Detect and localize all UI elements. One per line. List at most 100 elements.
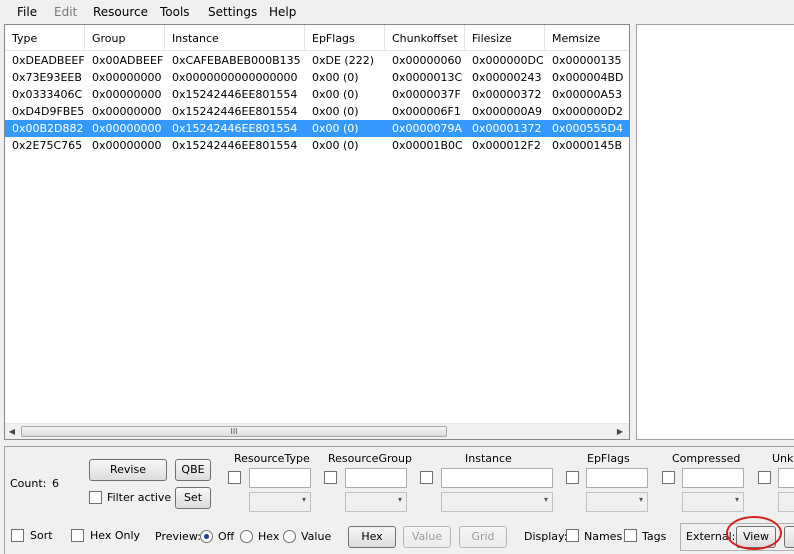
cell-memsize: 0x0000145B xyxy=(552,139,623,152)
cell-instance: 0xCAFEBABEB000B135 xyxy=(172,54,301,67)
cell-instance: 0x15242446EE801554 xyxy=(172,88,298,101)
table-row[interactable]: 0x73E93EEB 0x00000000 0x0000000000000000 0x… xyxy=(5,69,629,86)
instance-filter-input[interactable] xyxy=(441,468,553,488)
preview-off-radio[interactable] xyxy=(200,530,213,543)
hex-button[interactable]: Hex xyxy=(348,526,396,548)
value-button[interactable]: Value xyxy=(403,526,451,548)
filter-active-label: Filter active xyxy=(107,491,172,504)
menu-bar: File Edit Resource Tools Settings Help xyxy=(0,0,794,24)
names-checkbox[interactable] xyxy=(566,529,579,542)
instance-mode-dropdown[interactable]: ▾ xyxy=(441,492,553,512)
preview-hex-radio[interactable] xyxy=(240,530,253,543)
cell-type: 0xDEADBEEF xyxy=(12,54,85,67)
set-button[interactable]: Set xyxy=(175,487,211,509)
scroll-right-icon[interactable]: ▶ xyxy=(616,427,624,437)
hex-only-checkbox[interactable] xyxy=(71,529,84,542)
resource-list[interactable]: Type Group Instance EpFlags Chunkoffset … xyxy=(4,24,630,440)
highlight-annotation xyxy=(726,516,782,550)
names-label: Names xyxy=(584,530,623,543)
resource-group-filter-input[interactable] xyxy=(345,468,407,488)
scroll-left-icon[interactable]: ◀ xyxy=(8,427,16,437)
column-header-chunkoffset[interactable]: Chunkoffset xyxy=(385,25,465,51)
epflags-filter-checkbox[interactable] xyxy=(566,471,579,484)
column-header-type[interactable]: Type xyxy=(5,25,85,51)
tags-checkbox[interactable] xyxy=(624,529,637,542)
cell-chunkoffset: 0x000006F1 xyxy=(392,105,461,118)
menu-settings[interactable]: Settings xyxy=(208,5,257,19)
resource-type-mode-dropdown[interactable]: ▾ xyxy=(249,492,311,512)
column-header-group[interactable]: Group xyxy=(85,25,165,51)
menu-file[interactable]: File xyxy=(17,5,37,19)
instance-filter-checkbox[interactable] xyxy=(420,471,433,484)
grid-button[interactable]: Grid xyxy=(459,526,507,548)
cell-memsize: 0x000004BD xyxy=(552,71,624,84)
filter-active-checkbox[interactable] xyxy=(89,491,102,504)
scroll-grip-icon: III xyxy=(230,427,238,436)
qbe-button[interactable]: QBE xyxy=(175,459,211,481)
cell-instance: 0x15242446EE801554 xyxy=(172,105,298,118)
cell-group: 0x00000000 xyxy=(92,139,162,152)
cell-type: 0x73E93EEB xyxy=(12,71,82,84)
cell-group: 0x00000000 xyxy=(92,105,162,118)
hex-only-label: Hex Only xyxy=(90,529,141,542)
resource-type-filter-input[interactable] xyxy=(249,468,311,488)
table-row[interactable]: 0x2E75C765 0x00000000 0x15242446EE801554 0x… xyxy=(5,137,629,154)
table-row[interactable]: 0xDEADBEEF 0x00ADBEEF 0xCAFEBABEB000B135 0x… xyxy=(5,52,629,69)
filter-header-compressed: Compressed xyxy=(672,452,741,465)
horizontal-scrollbar[interactable]: ◀ III ▶ xyxy=(5,423,629,439)
cell-epflags: 0xDE (222) xyxy=(312,54,375,67)
table-row[interactable]: 0xD4D9FBE5 0x00000000 0x15242446EE801554 0x… xyxy=(5,103,629,120)
preview-value-radio[interactable] xyxy=(283,530,296,543)
unknown-mode-dropdown[interactable] xyxy=(778,492,794,512)
menu-resource[interactable]: Resource xyxy=(93,5,148,19)
cell-chunkoffset: 0x0000037F xyxy=(392,88,461,101)
column-header-memsize[interactable]: Memsize xyxy=(545,25,629,51)
scroll-thumb[interactable]: III xyxy=(21,426,447,437)
table-row[interactable]: 0x00B2D882 0x00000000 0x15242446EE801554 0x… xyxy=(5,120,629,137)
preview-off-label: Off xyxy=(218,530,235,543)
chevron-down-icon: ▾ xyxy=(734,495,739,504)
cell-filesize: 0x000000DC xyxy=(472,54,544,67)
chevron-down-icon: ▾ xyxy=(397,495,402,504)
column-header-filesize[interactable]: Filesize xyxy=(465,25,545,51)
cell-type: 0x0333406C xyxy=(12,88,83,101)
epflags-filter-input[interactable] xyxy=(586,468,648,488)
menu-edit[interactable]: Edit xyxy=(54,5,77,19)
column-header-epflags[interactable]: EpFlags xyxy=(305,25,385,51)
menu-help[interactable]: Help xyxy=(269,5,296,19)
column-header-instance[interactable]: Instance xyxy=(165,25,305,51)
revise-button[interactable]: Revise xyxy=(89,459,167,481)
sort-checkbox[interactable] xyxy=(11,529,24,542)
cell-filesize: 0x000012F2 xyxy=(472,139,541,152)
cell-epflags: 0x00 (0) xyxy=(312,71,359,84)
cell-chunkoffset: 0x00000060 xyxy=(392,54,462,67)
resource-group-filter-checkbox[interactable] xyxy=(324,471,337,484)
external-second-button[interactable] xyxy=(784,526,794,548)
cell-group: 0x00000000 xyxy=(92,88,162,101)
tags-label: Tags xyxy=(642,530,667,543)
resource-group-mode-dropdown[interactable]: ▾ xyxy=(345,492,407,512)
cell-type: 0x2E75C765 xyxy=(12,139,83,152)
cell-memsize: 0x00000A53 xyxy=(552,88,623,101)
preview-hex-label: Hex xyxy=(258,530,280,543)
menu-tools[interactable]: Tools xyxy=(160,5,190,19)
table-row[interactable]: 0x0333406C 0x00000000 0x15242446EE801554 0x… xyxy=(5,86,629,103)
unknown-filter-checkbox[interactable] xyxy=(758,471,771,484)
cell-type: 0xD4D9FBE5 xyxy=(12,105,85,118)
display-label: Display: xyxy=(524,530,568,543)
cell-group: 0x00000000 xyxy=(92,71,162,84)
list-header: Type Group Instance EpFlags Chunkoffset … xyxy=(5,25,629,51)
compressed-mode-dropdown[interactable]: ▾ xyxy=(682,492,744,512)
compressed-filter-input[interactable] xyxy=(682,468,744,488)
unknown-filter-input[interactable] xyxy=(778,468,794,488)
epflags-mode-dropdown[interactable]: ▾ xyxy=(586,492,648,512)
cell-group: 0x00000000 xyxy=(92,122,162,135)
cell-epflags: 0x00 (0) xyxy=(312,139,359,152)
count-label: Count: xyxy=(10,477,47,490)
cell-filesize: 0x000000A9 xyxy=(472,105,543,118)
filter-header-epflags: EpFlags xyxy=(587,452,630,465)
cell-type: 0x00B2D882 xyxy=(12,122,84,135)
compressed-filter-checkbox[interactable] xyxy=(662,471,675,484)
resource-type-filter-checkbox[interactable] xyxy=(228,471,241,484)
sort-label: Sort xyxy=(30,529,53,542)
